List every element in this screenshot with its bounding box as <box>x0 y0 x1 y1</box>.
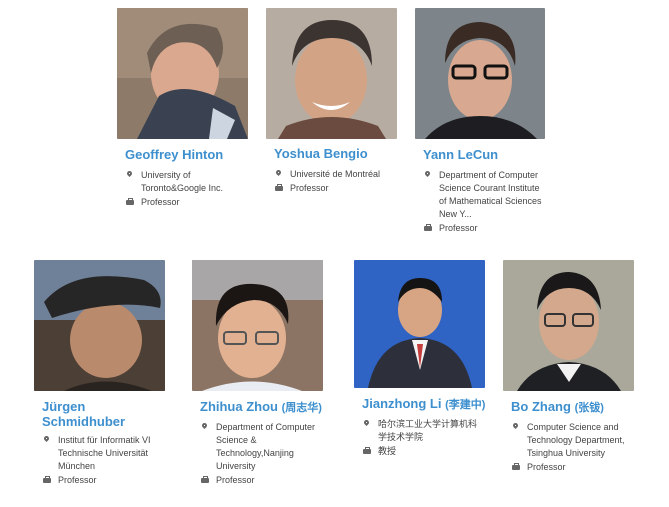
name-bengio[interactable]: Yoshua Bengio <box>274 146 368 161</box>
name-lecun[interactable]: Yann LeCun <box>423 147 498 162</box>
photo-li[interactable] <box>354 260 485 388</box>
photo-hinton[interactable] <box>117 8 248 139</box>
briefcase-icon <box>274 182 284 195</box>
affiliation-bengio: Université de Montréal <box>274 168 394 181</box>
name-zhang[interactable]: Bo Zhang (张钹) <box>511 399 604 416</box>
title-zhang: Professor <box>511 461 629 474</box>
photo-schmidhuber[interactable] <box>34 260 165 391</box>
briefcase-icon <box>423 222 433 235</box>
briefcase-icon <box>511 461 521 474</box>
briefcase-icon <box>42 474 52 487</box>
photo-bengio[interactable] <box>266 8 397 139</box>
title-li: 教授 <box>362 445 482 458</box>
photo-zhou[interactable] <box>192 260 323 391</box>
name-hinton[interactable]: Geoffrey Hinton <box>125 147 223 162</box>
map-marker-icon <box>125 169 135 182</box>
title-lecun: Professor <box>423 222 547 235</box>
briefcase-icon <box>362 445 372 458</box>
map-marker-icon <box>42 434 52 447</box>
map-marker-icon <box>274 168 284 181</box>
title-zhou: Professor <box>200 474 324 487</box>
map-marker-icon <box>200 421 210 434</box>
affiliation-zhou: Department of Computer Science & Technol… <box>200 421 324 473</box>
map-marker-icon <box>362 418 372 431</box>
affiliation-lecun: Department of Computer Science Courant I… <box>423 169 547 221</box>
affiliation-li: 哈尔滨工业大学计算机科学技术学院 <box>362 418 482 444</box>
title-hinton: Professor <box>125 196 245 209</box>
map-marker-icon <box>423 169 433 182</box>
map-marker-icon <box>511 421 521 434</box>
name-li[interactable]: Jianzhong Li (李建中) <box>362 396 485 413</box>
briefcase-icon <box>200 474 210 487</box>
name-schmidhuber[interactable]: Jürgen Schmidhuber <box>42 399 142 429</box>
title-schmidhuber: Professor <box>42 474 160 487</box>
briefcase-icon <box>125 196 135 209</box>
affiliation-hinton: University of Toronto&Google Inc. <box>125 169 245 195</box>
name-zhou[interactable]: Zhihua Zhou (周志华) <box>200 399 322 416</box>
photo-lecun[interactable] <box>415 8 545 139</box>
title-bengio: Professor <box>274 182 394 195</box>
photo-zhang[interactable] <box>503 260 634 391</box>
affiliation-zhang: Computer Science and Technology Departme… <box>511 421 629 460</box>
affiliation-schmidhuber: Institut für Informatik VI Technische Un… <box>42 434 160 473</box>
